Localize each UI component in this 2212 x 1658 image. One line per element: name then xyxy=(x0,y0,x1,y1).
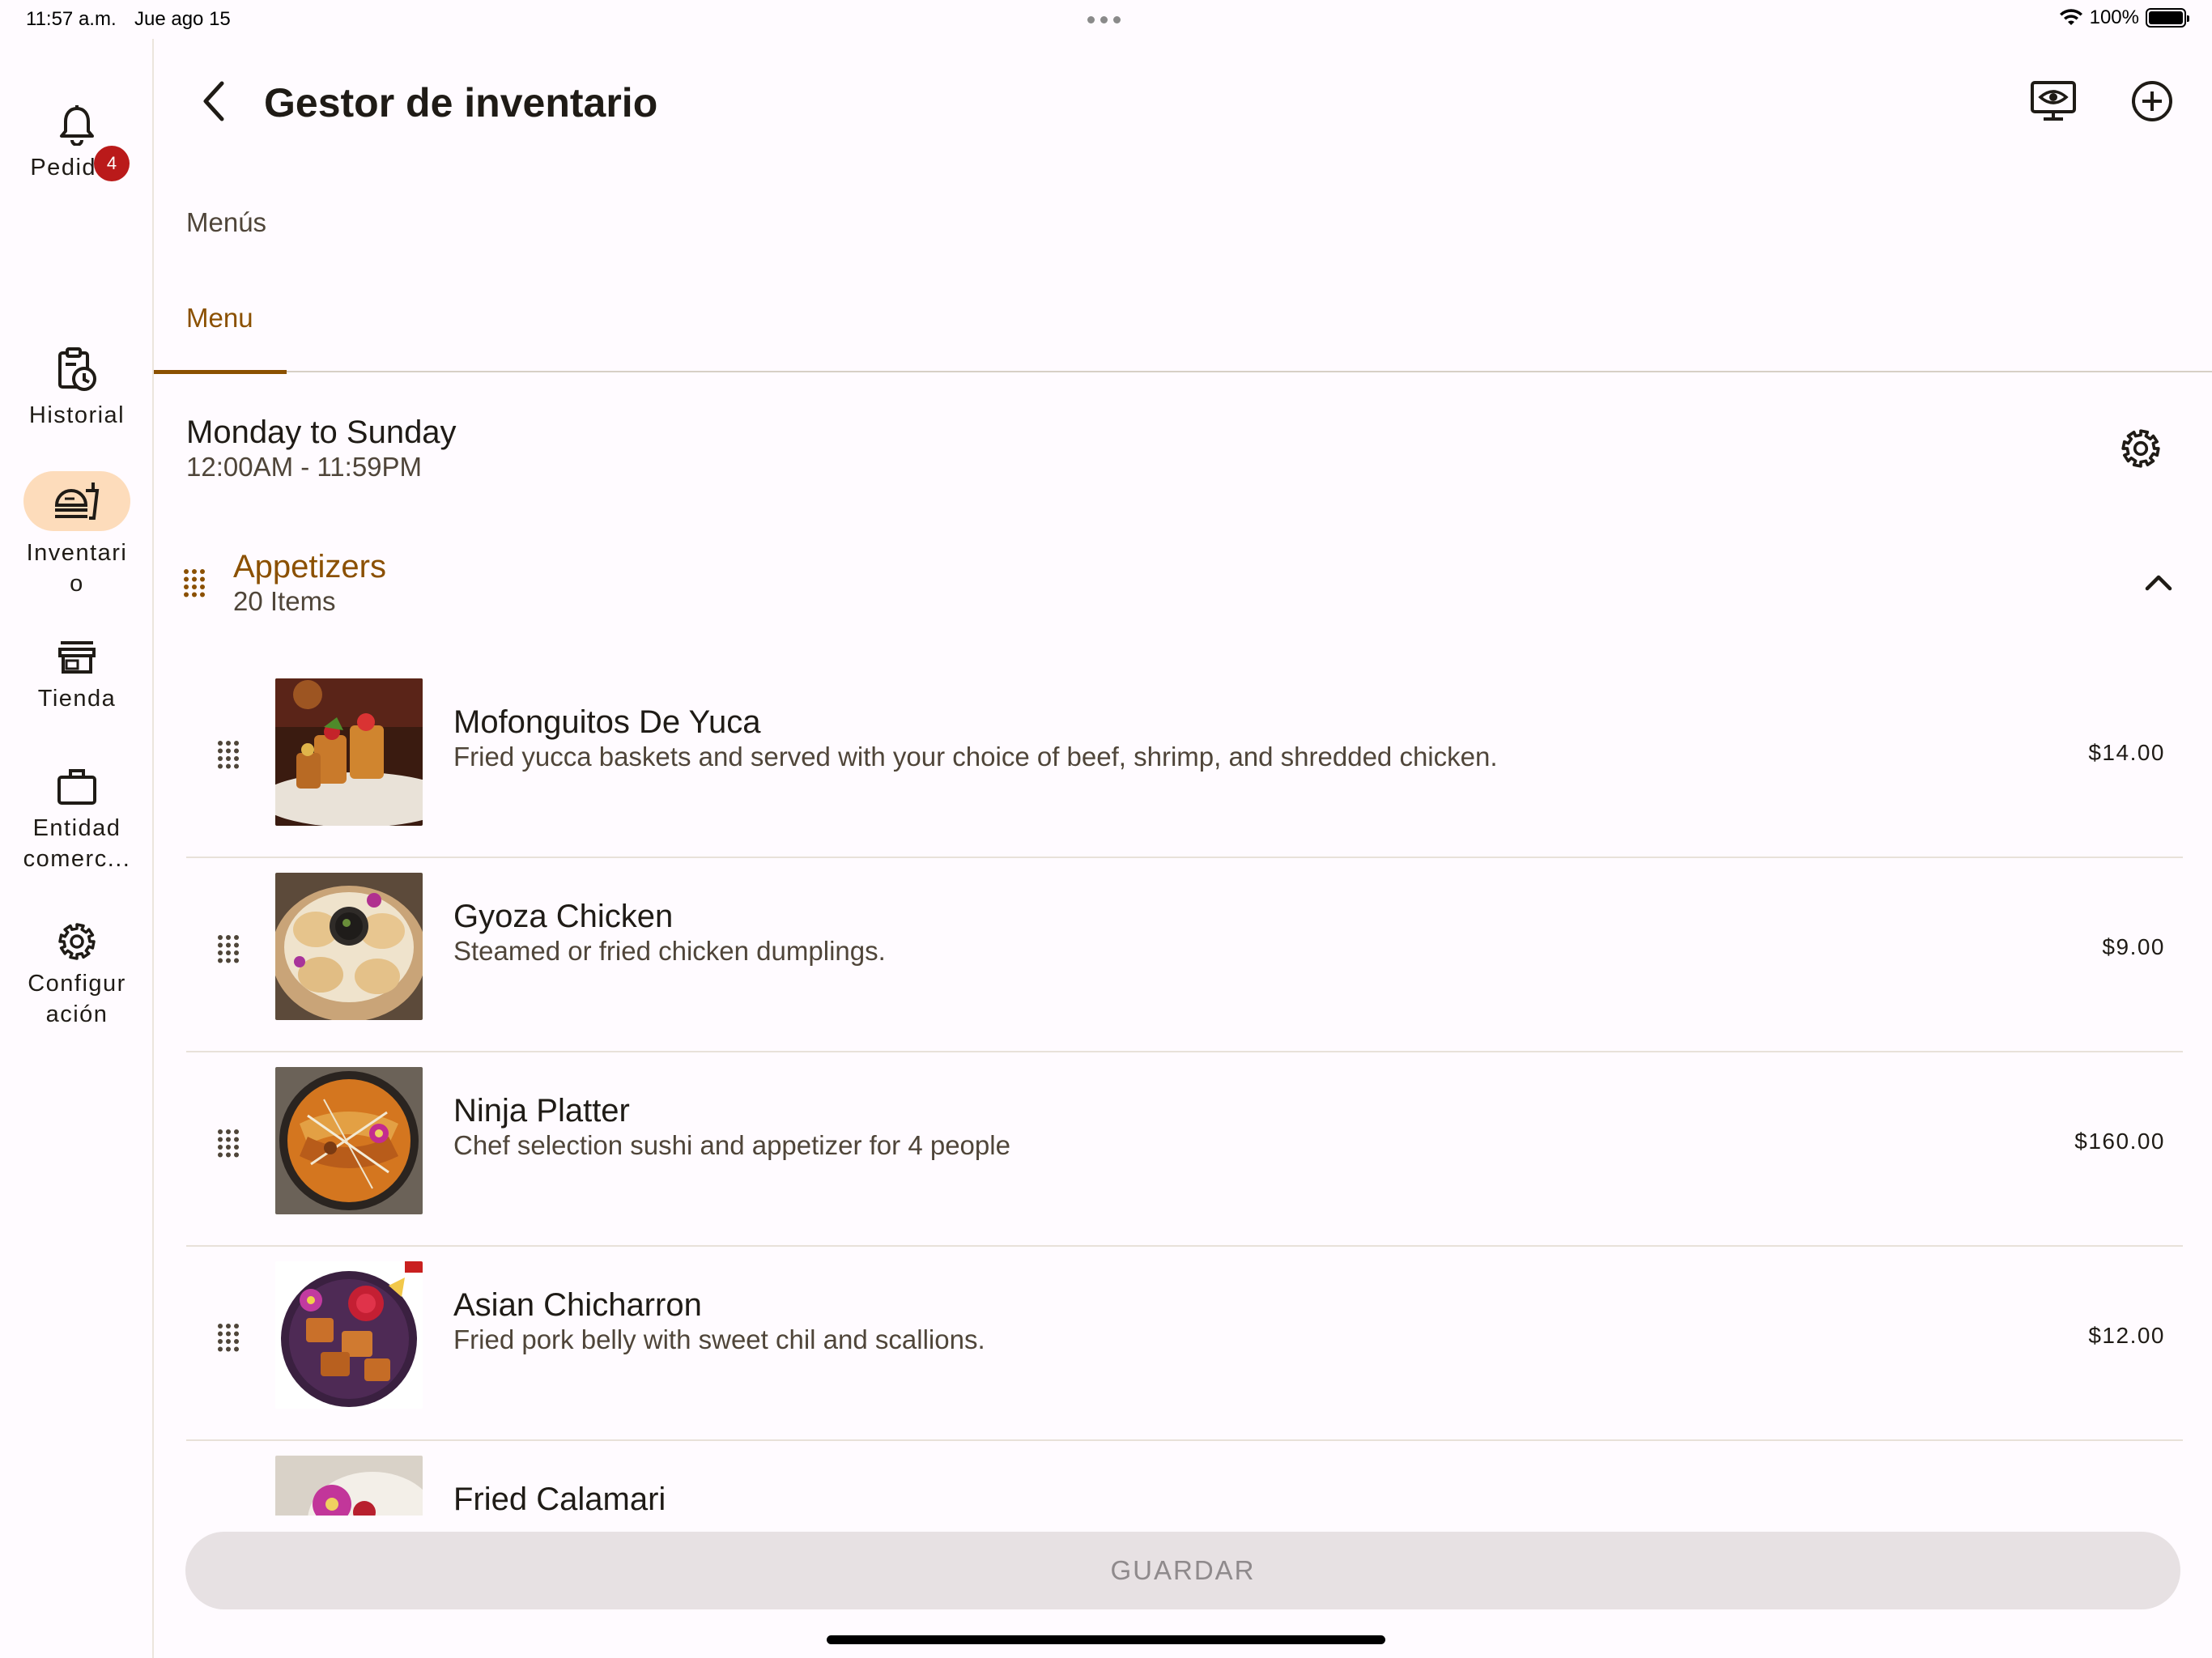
rail-label: Historial xyxy=(28,402,125,428)
rail-item-historial[interactable]: Historial xyxy=(0,346,154,431)
navigation-rail: Pedidos 4 Historial Inventari o Tienda E… xyxy=(0,39,154,1658)
tab-label: Menu xyxy=(186,303,253,333)
history-clipboard-icon xyxy=(58,347,96,391)
schedule-settings-button[interactable] xyxy=(2115,423,2167,474)
item-price: $160.00 xyxy=(2074,1129,2165,1154)
item-description: Fried pork belly with sweet chil and sca… xyxy=(453,1324,985,1354)
category-name[interactable]: Appetizers xyxy=(233,549,386,585)
briefcase-icon xyxy=(57,769,96,805)
rail-label: Tienda xyxy=(37,686,117,712)
item-photo xyxy=(275,873,423,1020)
multitasking-dots-icon[interactable] xyxy=(1087,16,1121,23)
collapse-category-button[interactable] xyxy=(2134,562,2183,602)
rail-item-pedidos[interactable]: Pedidos 4 xyxy=(0,104,154,183)
item-name: Asian Chicharron xyxy=(453,1287,702,1323)
back-button[interactable] xyxy=(191,73,236,130)
schedule-hours: 12:00AM - 11:59PM xyxy=(186,452,423,482)
drag-handle-icon[interactable] xyxy=(214,1127,243,1159)
tab-menu[interactable]: Menu xyxy=(154,291,287,374)
drag-handle-icon[interactable] xyxy=(214,1321,243,1354)
status-bar: 11:57 a.m. Jue ago 15 100% xyxy=(0,0,2212,39)
add-button[interactable] xyxy=(2123,73,2181,130)
battery-icon xyxy=(2146,8,2189,28)
item-price: $12.00 xyxy=(2088,1323,2165,1348)
active-indicator xyxy=(23,471,130,531)
schedule-days: Monday to Sunday xyxy=(186,414,457,450)
tab-indicator xyxy=(154,370,287,374)
status-time: 11:57 a.m. xyxy=(26,8,117,30)
rail-label: Entidad comerc... xyxy=(23,815,131,872)
chevron-up-icon xyxy=(2145,575,2172,591)
list-item[interactable]: Fried Calamari xyxy=(186,1441,2183,1516)
item-name: Ninja Platter xyxy=(453,1093,630,1129)
drag-handle-icon[interactable] xyxy=(214,933,243,965)
category-count: 20 Items xyxy=(233,586,336,616)
rail-item-configuracion[interactable]: Configur ación xyxy=(0,921,154,1030)
rail-item-inventario[interactable]: Inventari o xyxy=(0,471,154,599)
item-price: $14.00 xyxy=(2088,740,2165,765)
item-name: Gyoza Chicken xyxy=(453,899,674,934)
item-price: $9.00 xyxy=(2102,934,2165,959)
home-indicator[interactable] xyxy=(827,1635,1385,1644)
monitor-eye-icon xyxy=(2031,81,2076,121)
food-inventory-icon xyxy=(54,483,100,520)
rail-label: Configur ación xyxy=(28,971,126,1027)
rail-item-entidad-comercial[interactable]: Entidad comerc... xyxy=(0,766,154,874)
drag-handle-icon[interactable] xyxy=(214,738,243,771)
section-label-menus: Menús xyxy=(186,207,267,237)
preview-button[interactable] xyxy=(2024,73,2082,130)
menu-tabs: Menu xyxy=(154,291,2212,374)
list-item[interactable]: Gyoza Chicken Steamed or fried chicken d… xyxy=(186,858,2183,1052)
item-description: Steamed or fried chicken dumplings. xyxy=(453,936,886,966)
item-photo xyxy=(275,678,423,826)
battery-percent: 100% xyxy=(2089,6,2139,28)
menu-item-list[interactable]: Mofonguitos De Yuca Fried yucca baskets … xyxy=(154,664,2212,1516)
list-item[interactable]: Mofonguitos De Yuca Fried yucca baskets … xyxy=(186,664,2183,858)
item-description: Chef selection sushi and appetizer for 4… xyxy=(453,1130,1010,1160)
page-title: Gestor de inventario xyxy=(264,80,658,125)
wifi-icon xyxy=(2059,9,2082,25)
rail-label: Inventari o xyxy=(26,540,128,597)
status-date: Jue ago 15 xyxy=(134,8,231,30)
rail-item-tienda[interactable]: Tienda xyxy=(0,638,154,714)
chevron-left-icon xyxy=(203,81,224,121)
item-name: Mofonguitos De Yuca xyxy=(453,704,761,740)
save-button[interactable]: GUARDAR xyxy=(185,1532,2180,1609)
storefront-icon xyxy=(58,641,96,674)
item-description: Fried yucca baskets and served with your… xyxy=(453,742,1498,772)
plus-circle-icon xyxy=(2132,81,2172,121)
status-right: 100% xyxy=(2059,6,2189,29)
drag-handle-icon[interactable] xyxy=(180,567,209,599)
item-photo xyxy=(275,1067,423,1214)
item-photo xyxy=(275,1456,423,1516)
notification-badge: 4 xyxy=(94,146,130,181)
list-item[interactable]: Asian Chicharron Fried pork belly with s… xyxy=(186,1247,2183,1441)
item-photo xyxy=(275,1261,423,1409)
gear-icon xyxy=(2121,429,2160,468)
list-item[interactable]: Ninja Platter Chef selection sushi and a… xyxy=(186,1052,2183,1247)
bell-icon xyxy=(60,105,94,146)
item-name: Fried Calamari xyxy=(453,1482,666,1516)
gear-icon xyxy=(58,923,96,960)
